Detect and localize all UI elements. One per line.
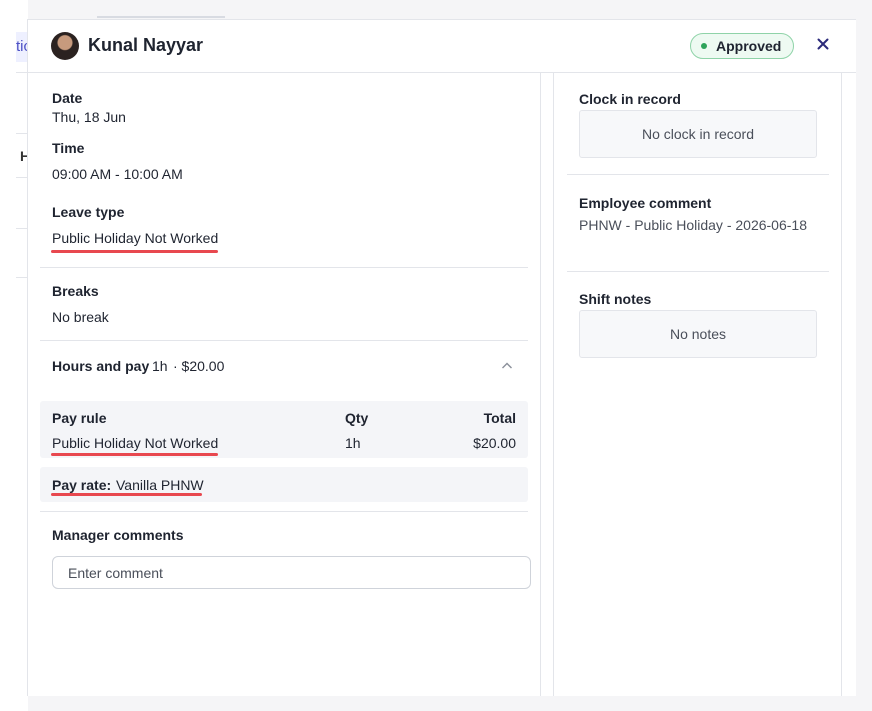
- shift-side-panel: Clock in record No clock in record Emplo…: [567, 73, 829, 696]
- column-header-total: Total: [483, 410, 516, 426]
- breaks-value: No break: [52, 309, 109, 325]
- section-divider: [40, 340, 528, 341]
- status-badge: Approved: [690, 33, 795, 59]
- section-divider: [567, 271, 829, 272]
- status-label: Approved: [716, 38, 782, 54]
- employee-comment-label: Employee comment: [579, 195, 712, 211]
- leave-type-value: Public Holiday Not Worked: [52, 230, 219, 246]
- employee-name: Kunal Nayyar: [88, 35, 204, 55]
- pay-rate-row: Pay rate: Vanilla PHNW: [40, 467, 528, 502]
- pay-rule-cell: Public Holiday Not Worked: [52, 435, 219, 451]
- qty-cell: 1h: [345, 435, 361, 451]
- modal-header: Kunal Nayyar Approved: [28, 20, 856, 73]
- shift-notes-value: No notes: [669, 326, 727, 342]
- section-divider: [567, 174, 829, 175]
- manager-comments-label: Manager comments: [52, 527, 184, 543]
- date-value: Thu, 18 Jun: [52, 109, 126, 125]
- highlight-underline: [51, 250, 218, 253]
- shift-notes-label: Shift notes: [579, 291, 652, 307]
- total-cell: $20.00: [473, 435, 516, 451]
- column-header-qty: Qty: [345, 410, 369, 426]
- shift-detail-modal: Kunal Nayyar Approved Date Thu, 18 Jun T…: [27, 19, 856, 696]
- time-value: 09:00 AM - 10:00 AM: [52, 166, 183, 182]
- panel-edge: [841, 73, 842, 696]
- background-list: tic H: [0, 0, 30, 711]
- shift-details-panel: Date Thu, 18 Jun Time 09:00 AM - 10:00 A…: [28, 73, 541, 696]
- close-button[interactable]: [813, 34, 833, 54]
- clock-in-box: No clock in record: [579, 110, 817, 158]
- date-label: Date: [52, 90, 83, 106]
- avatar: [51, 32, 79, 60]
- breaks-label: Breaks: [52, 283, 99, 299]
- background-scrollbar: [97, 16, 225, 18]
- employee-comment-value: PHNW - Public Holiday - 2026-06-18: [579, 217, 807, 233]
- highlight-underline: [51, 493, 202, 496]
- status-dot-icon: [701, 43, 707, 49]
- close-icon: [817, 38, 829, 50]
- hours-pay-amount: · $20.00: [173, 358, 225, 374]
- shift-notes-box: No notes: [579, 310, 817, 358]
- time-label: Time: [52, 140, 85, 156]
- manager-comment-input[interactable]: [52, 556, 531, 589]
- pay-rate-value: Vanilla PHNW: [116, 477, 204, 493]
- clock-in-value: No clock in record: [641, 126, 755, 142]
- leave-type-label: Leave type: [52, 204, 125, 220]
- chevron-up-icon: [502, 362, 512, 369]
- section-divider: [40, 267, 528, 268]
- section-divider: [40, 511, 528, 512]
- column-header-pay-rule: Pay rule: [52, 410, 107, 426]
- pay-rule-table: Pay rule Qty Total Public Holiday Not Wo…: [40, 401, 528, 458]
- panel-divider: [553, 73, 554, 696]
- hours-pay-toggle[interactable]: Hours and pay 1h · $20.00: [40, 349, 528, 389]
- hours-pay-title: Hours and pay: [52, 358, 150, 374]
- pay-rate-label: Pay rate:: [52, 477, 112, 493]
- hours-pay-hours: 1h: [152, 358, 168, 374]
- clock-in-label: Clock in record: [579, 91, 681, 107]
- highlight-underline: [51, 453, 218, 456]
